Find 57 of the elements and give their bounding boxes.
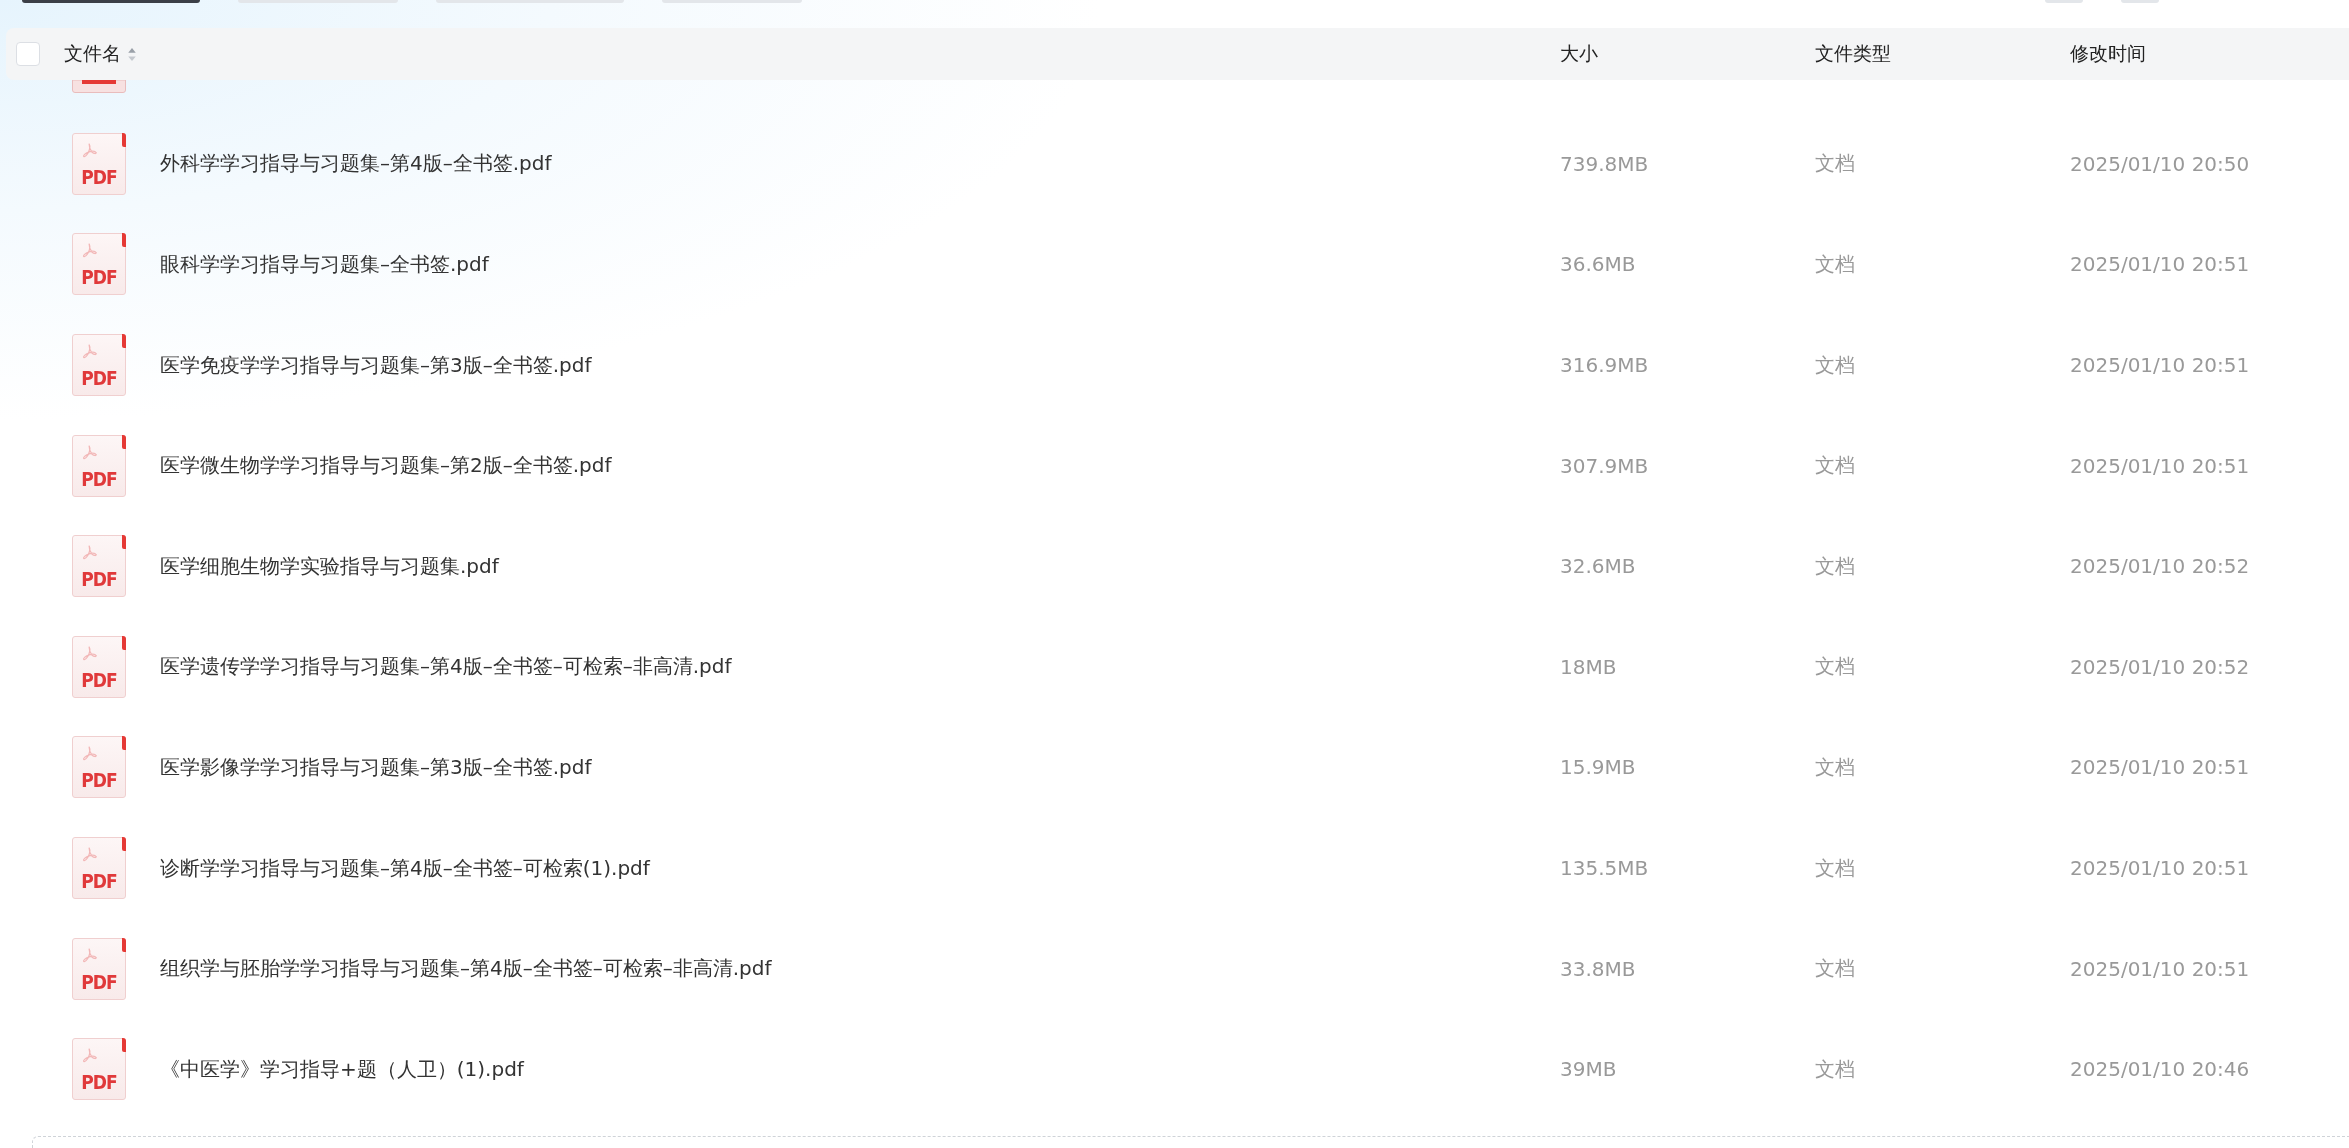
pdf-file-icon: PDF — [72, 132, 126, 195]
file-type: 文档 — [1815, 251, 1855, 278]
modified-time: 2025/01/10 20:51 — [2070, 956, 2250, 981]
file-type: 文档 — [1815, 552, 1855, 580]
file-size: 316.9MB — [1560, 353, 1649, 378]
modified-time: 2025/01/10 20:51 — [2070, 252, 2250, 277]
pdf-file-icon: PDF — [72, 535, 126, 598]
file-size: 32.6MB — [1560, 554, 1636, 579]
file-name[interactable]: 诊断学学习指导与习题集–第4版–全书签–可检索(1).pdf — [160, 854, 650, 882]
pdf-file-icon: PDF — [72, 334, 126, 397]
pdf-file-icon: PDF — [72, 736, 126, 799]
file-type: 文档 — [1815, 452, 1855, 480]
modified-time: 2025/01/10 20:51 — [2070, 856, 2250, 881]
modified-time: 2025/01/10 20:51 — [2070, 755, 2250, 780]
modified-time: 2025/01/10 20:51 — [2070, 353, 2250, 378]
pdf-file-icon: PDF — [72, 837, 126, 900]
select-all-checkbox[interactable] — [16, 42, 40, 66]
file-type: 文档 — [1815, 150, 1855, 178]
file-type: 文档 — [1815, 1055, 1855, 1083]
file-size: 18MB — [1560, 654, 1617, 679]
pdf-file-icon: PDF — [72, 1038, 126, 1101]
file-name[interactable]: 医学免疫学学习指导与习题集–第3版–全书签.pdf — [160, 351, 592, 379]
file-size: 307.9MB — [1560, 453, 1649, 478]
file-name[interactable]: 医学微生物学学习指导与习题集–第2版–全书签.pdf — [160, 452, 612, 480]
file-type: 文档 — [1815, 955, 1855, 983]
modified-time: 2025/01/10 20:51 — [2070, 453, 2250, 478]
file-name[interactable]: 眼科学学习指导与习题集–全书签.pdf — [160, 251, 489, 278]
modified-time: 2025/01/10 20:50 — [2070, 151, 2250, 176]
file-name[interactable]: 组织学与胚胎学学习指导与习题集–第4版–全书签–可检索–非高清.pdf — [160, 955, 772, 983]
file-type: 文档 — [1815, 653, 1855, 681]
file-size: 39MB — [1560, 1057, 1617, 1082]
file-size: 33.8MB — [1560, 956, 1636, 981]
file-name[interactable]: 外科学学习指导与习题集–第4版–全书签.pdf — [160, 150, 552, 178]
file-name[interactable]: 医学细胞生物学实验指导与习题集.pdf — [160, 552, 499, 580]
column-header[interactable]: 文件名 — [64, 41, 121, 67]
file-name[interactable]: 医学遗传学学习指导与习题集–第4版–全书签–可检索–非高清.pdf — [160, 653, 732, 681]
column-header[interactable]: 文件类型 — [1815, 41, 1891, 67]
modified-time: 2025/01/10 20:52 — [2070, 554, 2250, 579]
file-size: 15.9MB — [1560, 755, 1636, 780]
file-name[interactable]: 《中医学》学习指导+题（人卫）(1).pdf — [160, 1055, 524, 1083]
pdf-file-icon: PDF — [72, 233, 126, 296]
pdf-file-icon: PDF — [72, 635, 126, 698]
file-name[interactable]: 医学影像学学习指导与习题集–第3版–全书签.pdf — [160, 753, 592, 781]
file-type: 文档 — [1815, 753, 1855, 781]
pdf-file-icon: PDF — [72, 434, 126, 497]
pdf-file-icon — [72, 80, 126, 93]
column-header[interactable]: 修改时间 — [2070, 41, 2146, 67]
file-size: 135.5MB — [1560, 856, 1649, 881]
sort-icon[interactable] — [127, 46, 137, 62]
file-size: 739.8MB — [1560, 151, 1649, 176]
file-size: 36.6MB — [1560, 252, 1636, 277]
file-type: 文档 — [1815, 854, 1855, 882]
modified-time: 2025/01/10 20:52 — [2070, 654, 2250, 679]
pdf-file-icon: PDF — [72, 937, 126, 1000]
file-type: 文档 — [1815, 351, 1855, 379]
column-header[interactable]: 大小 — [1560, 41, 1598, 67]
modified-time: 2025/01/10 20:46 — [2070, 1057, 2250, 1082]
